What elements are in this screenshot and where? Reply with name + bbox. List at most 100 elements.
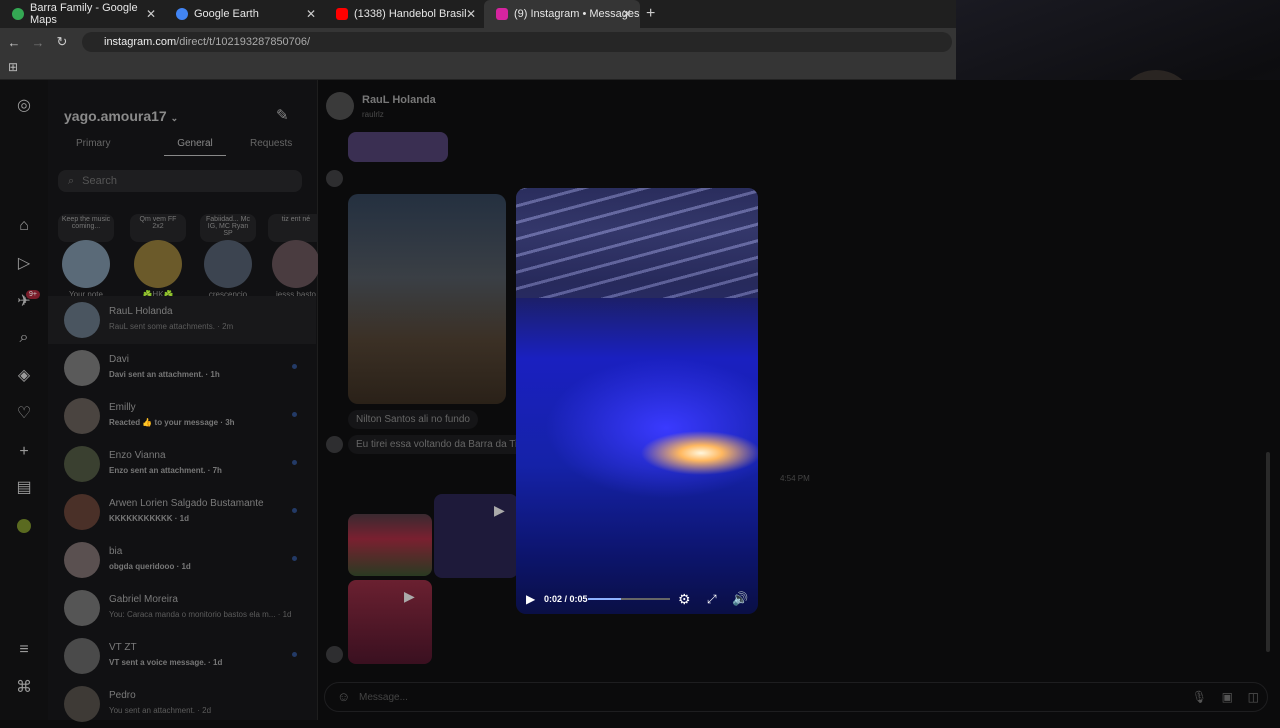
- conversation-item[interactable]: VT ZT VT sent a voice message. · 1d: [48, 632, 316, 680]
- reels-icon[interactable]: ▷: [14, 254, 34, 274]
- emoji-icon[interactable]: ☺: [337, 689, 350, 704]
- tab-google-maps[interactable]: Barra Family - Google Maps ✕: [0, 0, 164, 28]
- url-field[interactable]: instagram.com/direct/t/102193287850706/: [82, 32, 952, 52]
- video-progress-fill: [588, 598, 621, 600]
- youtube-icon: [336, 8, 348, 20]
- avatar: [64, 542, 100, 578]
- search-input[interactable]: ⌕ Search: [58, 170, 302, 192]
- dashboard-icon[interactable]: ▤: [14, 478, 34, 498]
- volume-icon[interactable]: 🔊: [732, 591, 748, 607]
- bookmarks-bar: ⊞: [0, 56, 956, 80]
- chat-scrollbar[interactable]: [1266, 452, 1270, 652]
- message-bubble: Eu tirei essa voltando da Barra da Tij: [348, 435, 528, 454]
- tab-title: (1338) Handebol Brasil x Espanh: [354, 8, 466, 20]
- shared-video[interactable]: ▶: [348, 580, 432, 664]
- microphone-icon[interactable]: 🎙: [1192, 690, 1207, 704]
- tab-instagram[interactable]: (9) Instagram • Messages ✕: [484, 0, 640, 28]
- avatar: [134, 240, 182, 288]
- conversation-item[interactable]: Arwen Lorien Salgado Bustamante KKKKKKKK…: [48, 488, 316, 536]
- menu-icon[interactable]: ≡: [14, 640, 34, 660]
- search-icon[interactable]: ⌕: [14, 328, 34, 348]
- conversation-name: RauL Holanda: [109, 306, 173, 317]
- conversation-name: Arwen Lorien Salgado Bustamante: [109, 498, 264, 509]
- threads-icon[interactable]: ⌘: [14, 678, 34, 698]
- tab-requests[interactable]: Requests: [250, 138, 292, 149]
- conversation-name: Pedro: [109, 690, 136, 701]
- heart-icon[interactable]: ♡: [14, 404, 34, 424]
- tab-general[interactable]: General: [164, 138, 226, 156]
- close-icon[interactable]: ✕: [622, 7, 632, 21]
- account-switcher[interactable]: yago.amoura17 ⌄: [64, 108, 178, 124]
- tab-google-earth[interactable]: Google Earth ✕: [164, 0, 324, 28]
- play-icon: ▶: [494, 502, 505, 518]
- instagram-logo-icon[interactable]: ◎: [14, 96, 34, 116]
- chat-pane: RauL Holanda raulrlz Nilton Santos ali n…: [318, 80, 1280, 720]
- shared-image[interactable]: [348, 194, 506, 404]
- note-item[interactable]: tiz ent né jesss.basto: [268, 214, 324, 299]
- conversation-preview: Davi sent an attachment. · 1h: [109, 370, 220, 379]
- gear-icon[interactable]: ⚙: [678, 591, 691, 608]
- avatar: [64, 590, 100, 626]
- avatar: [64, 686, 100, 722]
- url-path: /direct/t/102193287850706/: [176, 36, 311, 48]
- shared-image[interactable]: [348, 132, 448, 162]
- explore-icon[interactable]: ◈: [14, 366, 34, 386]
- conversation-item[interactable]: bia obgda queridooo · 1d: [48, 536, 316, 584]
- home-icon[interactable]: ⌂: [14, 216, 34, 236]
- conversation-preview: obgda queridooo · 1d: [109, 562, 191, 571]
- avatar: [64, 350, 100, 386]
- back-icon[interactable]: ←: [2, 35, 26, 50]
- conversation-name: bia: [109, 546, 123, 557]
- conversation-name: Enzo Vianna: [109, 450, 166, 461]
- new-tab-button[interactable]: +: [646, 5, 655, 23]
- unread-dot: [292, 412, 297, 417]
- maps-icon: [12, 8, 24, 20]
- avatar[interactable]: [326, 92, 354, 120]
- conversation-item[interactable]: Pedro You sent an attachment. · 2d: [48, 680, 316, 728]
- shared-video[interactable]: ▶: [434, 494, 518, 578]
- close-icon[interactable]: ✕: [466, 7, 476, 21]
- inbox-tabs: Primary General Requests: [48, 138, 318, 160]
- video-player[interactable]: ▶ 0:02 / 0:05 ⚙ ⤢ 🔊: [516, 188, 758, 614]
- chat-contact-name[interactable]: RauL Holanda: [362, 94, 436, 106]
- conversation-item[interactable]: Davi Davi sent an attachment. · 1h: [48, 344, 316, 392]
- conversation-preview: VT sent a voice message. · 1d: [109, 658, 223, 667]
- profile-avatar[interactable]: [14, 516, 34, 536]
- avatar: [326, 436, 343, 453]
- image-icon[interactable]: ▣: [1222, 690, 1233, 704]
- apps-grid-icon[interactable]: ⊞: [8, 60, 18, 74]
- note-item[interactable]: Qm vem FF 2x2 ☘️HK☘️: [130, 214, 186, 299]
- close-icon[interactable]: ✕: [306, 7, 316, 21]
- tab-title: Google Earth: [194, 8, 259, 20]
- sticker-icon[interactable]: ◫: [1248, 690, 1259, 704]
- conversation-item[interactable]: Gabriel Moreira You: Caraca manda o moni…: [48, 584, 316, 632]
- unread-dot: [292, 364, 297, 369]
- play-icon[interactable]: ▶: [526, 592, 535, 606]
- video-progress-bar[interactable]: [588, 598, 670, 600]
- compose-icon[interactable]: ✎: [276, 106, 289, 124]
- shared-image[interactable]: [348, 514, 432, 576]
- conversation-preview: Reacted 👍 to your message · 3h: [109, 418, 235, 427]
- tab-youtube[interactable]: (1338) Handebol Brasil x Espanh ✕: [324, 0, 484, 28]
- message-input[interactable]: ☺ Message... 🎙 ▣ ◫: [324, 682, 1268, 712]
- close-icon[interactable]: ✕: [146, 7, 156, 21]
- forward-icon[interactable]: →: [26, 35, 50, 50]
- avatar: [64, 398, 100, 434]
- avatar: [326, 646, 343, 663]
- conversation-preview: You sent an attachment. · 2d: [109, 706, 212, 715]
- conversation-item[interactable]: RauL Holanda RauL sent some attachments.…: [48, 296, 316, 344]
- earth-icon: [176, 8, 188, 20]
- fullscreen-icon[interactable]: ⤢: [707, 592, 717, 607]
- chat-contact-username: raulrlz: [362, 110, 384, 119]
- create-icon[interactable]: +: [14, 442, 34, 462]
- conversation-item[interactable]: Emilly Reacted 👍 to your message · 3h: [48, 392, 316, 440]
- tab-title: Barra Family - Google Maps: [30, 2, 138, 26]
- conversation-name: Davi: [109, 354, 130, 365]
- note-item[interactable]: Keep the music coming... Your note: [58, 214, 114, 299]
- note-item[interactable]: Fabiidad... Mc IG, MC Ryan SP crescencio: [200, 214, 256, 299]
- tab-primary[interactable]: Primary: [76, 138, 110, 149]
- search-placeholder: Search: [82, 175, 118, 187]
- reload-icon[interactable]: ↻: [50, 34, 74, 50]
- message-placeholder: Message...: [359, 691, 408, 703]
- conversation-item[interactable]: Enzo Vianna Enzo sent an attachment. · 7…: [48, 440, 316, 488]
